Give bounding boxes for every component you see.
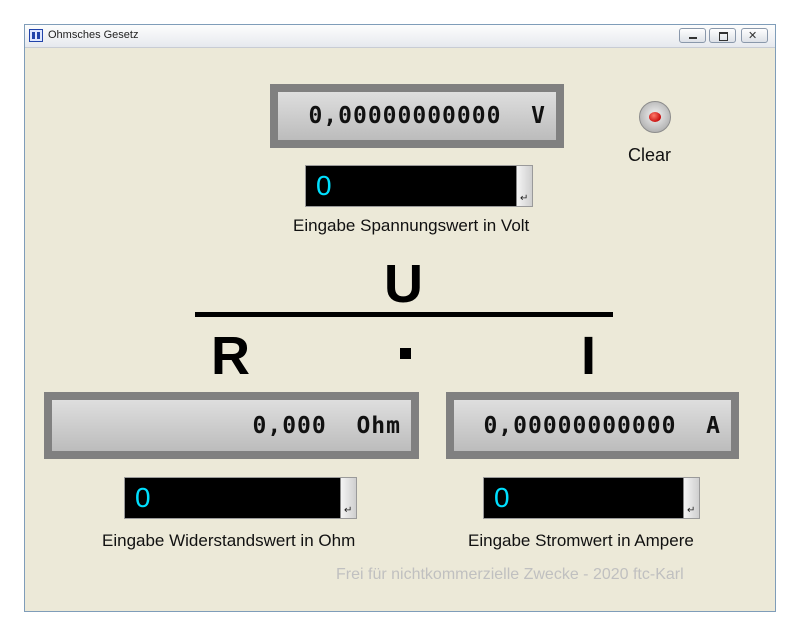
resistance-display: 0,000 Ohm xyxy=(44,392,419,459)
minimize-button[interactable] xyxy=(679,28,706,43)
current-input-box: ↵ xyxy=(483,477,700,519)
resistance-input[interactable] xyxy=(125,478,340,518)
formula-letter-i: I xyxy=(581,326,597,386)
title-bar[interactable]: Ohmsches Gesetz ✕ xyxy=(25,25,775,48)
maximize-icon xyxy=(719,32,728,41)
voltage-enter-button[interactable]: ↵ xyxy=(516,166,532,206)
current-display: 0,00000000000 A xyxy=(446,392,739,459)
minimize-icon xyxy=(689,37,697,39)
led-indicator-icon xyxy=(649,112,661,122)
clear-label: Clear xyxy=(628,145,672,165)
current-display-value: 0,00000000000 A xyxy=(483,412,721,439)
voltage-input-label: Eingabe Spannungswert in Volt xyxy=(293,216,530,235)
voltage-display: 0,00000000000 V xyxy=(270,84,564,148)
resistance-enter-button[interactable]: ↵ xyxy=(340,478,356,518)
multiply-dot xyxy=(400,348,411,359)
close-icon: ✕ xyxy=(748,30,758,42)
voltage-input-box: ↵ xyxy=(305,165,533,207)
voltage-display-value: 0,00000000000 V xyxy=(308,103,546,129)
formula-numerator-u: U xyxy=(384,254,423,314)
current-input[interactable] xyxy=(484,478,683,518)
current-enter-button[interactable]: ↵ xyxy=(683,478,699,518)
fraction-line xyxy=(195,312,613,317)
app-window: Ohmsches Gesetz ✕ 0,00000000000 V ↵ Eing… xyxy=(24,24,776,612)
enter-icon: ↵ xyxy=(344,505,353,516)
enter-icon: ↵ xyxy=(687,505,696,516)
footer-copyright: Frei für nichtkommerzielle Zwecke - 2020… xyxy=(336,566,684,583)
close-button[interactable]: ✕ xyxy=(741,28,768,43)
maximize-button[interactable] xyxy=(709,28,736,43)
app-icon[interactable] xyxy=(29,29,43,42)
formula-letter-r: R xyxy=(211,326,250,386)
enter-icon: ↵ xyxy=(520,193,529,204)
voltage-input[interactable] xyxy=(306,166,516,206)
resistance-input-label: Eingabe Widerstandswert in Ohm xyxy=(102,531,356,550)
window-title: Ohmsches Gesetz xyxy=(48,29,139,41)
resistance-input-box: ↵ xyxy=(124,477,357,519)
clear-button[interactable] xyxy=(639,101,671,133)
current-input-label: Eingabe Stromwert in Ampere xyxy=(468,531,694,550)
resistance-display-value: 0,000 Ohm xyxy=(252,412,401,439)
